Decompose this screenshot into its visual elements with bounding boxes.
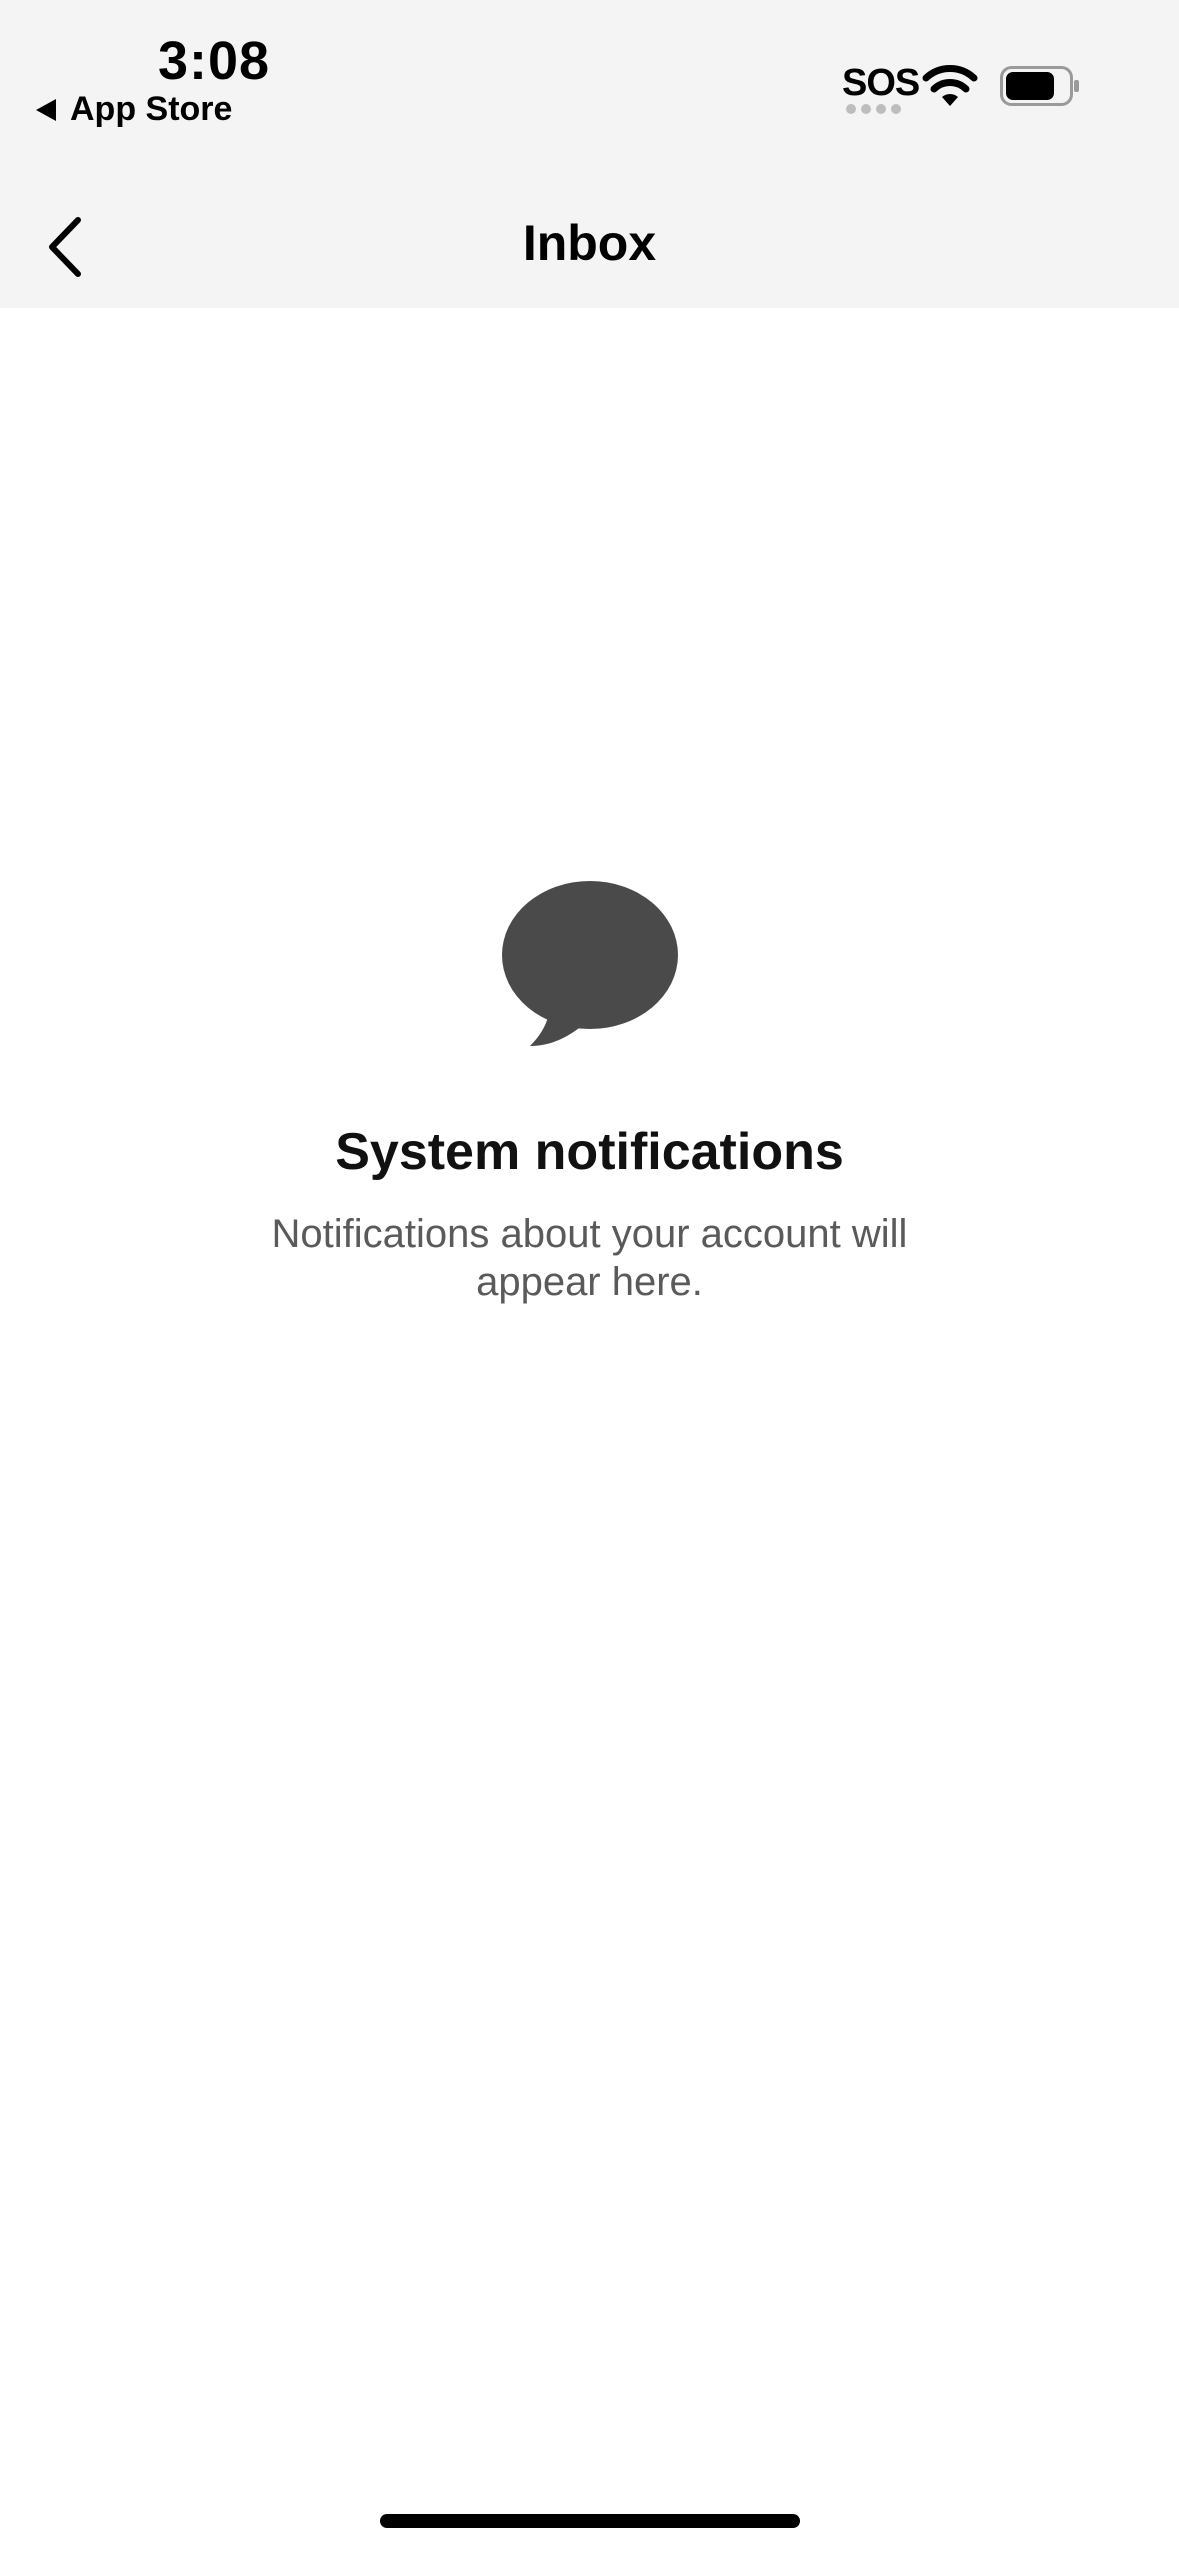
page-title: Inbox — [522, 215, 657, 271]
speech-bubble-icon — [501, 881, 678, 1046]
back-triangle-icon — [36, 98, 56, 121]
back-to-app-store[interactable]: App Store — [36, 90, 232, 129]
back-to-app-label: App Store — [70, 90, 233, 128]
signal-dots — [846, 104, 901, 114]
sos-indicator: SOS — [842, 62, 920, 104]
wifi-icon — [922, 65, 978, 106]
empty-state-title: System notifications — [335, 1123, 844, 1181]
status-time: 3:08 — [158, 31, 271, 91]
nav-bar: Inbox — [0, 190, 1179, 308]
empty-state: System notifications Notifications about… — [0, 880, 1179, 1306]
battery-icon — [1000, 66, 1079, 106]
home-indicator[interactable] — [380, 2514, 800, 2528]
empty-state-description: Notifications about your account will ap… — [271, 1212, 908, 1304]
